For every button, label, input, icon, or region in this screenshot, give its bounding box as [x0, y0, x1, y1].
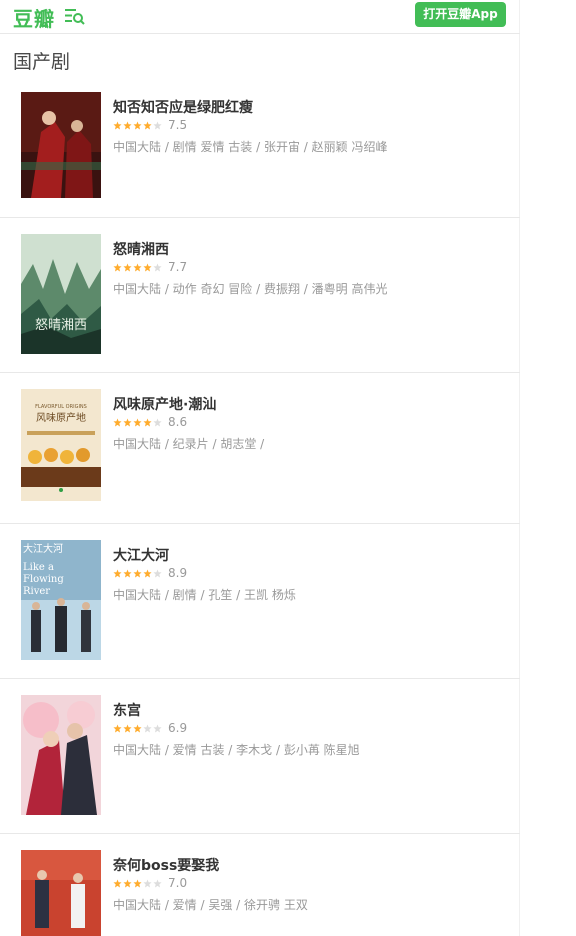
list-item[interactable]: 大江大河 Like a Flowing River 大江大河 8.9 中国大陆 … — [0, 534, 520, 678]
page-column: 豆瓣 打开豆瓣App 国产剧 知否知否应是绿肥红瘦 7.5 中国大陆 / 剧情 … — [0, 0, 520, 936]
item-rating: 7.7 — [113, 260, 187, 274]
item-meta: 中国大陆 / 爱情 / 吴强 / 徐开骋 王双 — [113, 898, 308, 912]
star-filled-icon — [123, 878, 132, 887]
divider — [0, 833, 520, 834]
poster-title: 大江大河 — [23, 542, 63, 555]
star-filled-icon — [133, 878, 142, 887]
svg-text:River: River — [23, 586, 50, 597]
item-rating: 8.9 — [113, 566, 187, 580]
open-app-button[interactable]: 打开豆瓣App — [415, 2, 506, 27]
star-empty-icon — [153, 723, 162, 732]
star-empty-icon — [153, 878, 162, 887]
star-empty-icon — [153, 120, 162, 129]
list-item[interactable]: FLAVORFUL ORIGINS 风味原产地 风味原产地·潮汕 8.6 中国大… — [0, 383, 520, 523]
svg-text:Flowing: Flowing — [23, 574, 64, 585]
item-title[interactable]: 大江大河 — [113, 545, 169, 565]
list-item[interactable]: 奈何boss要娶我 7.0 中国大陆 / 爱情 / 吴强 / 徐开骋 王双 — [0, 844, 520, 936]
rating-stars — [113, 878, 163, 888]
item-rating: 7.0 — [113, 876, 187, 890]
divider — [0, 523, 520, 524]
svg-text:怒晴湘西: 怒晴湘西 — [35, 318, 87, 333]
rating-stars — [113, 262, 163, 272]
top-bar: 豆瓣 打开豆瓣App — [0, 0, 520, 34]
rating-stars — [113, 723, 163, 733]
list-item[interactable]: 知否知否应是绿肥红瘦 7.5 中国大陆 / 剧情 爱情 古装 / 张开宙 / 赵… — [0, 86, 520, 217]
star-filled-icon — [143, 417, 152, 426]
star-filled-icon — [133, 723, 142, 732]
star-filled-icon — [123, 120, 132, 129]
star-empty-icon — [153, 417, 162, 426]
star-filled-icon — [143, 568, 152, 577]
star-filled-icon — [123, 262, 132, 271]
item-title[interactable]: 奈何boss要娶我 — [113, 855, 219, 875]
divider — [0, 678, 520, 679]
star-filled-icon — [123, 568, 132, 577]
douban-logo[interactable]: 豆瓣 — [13, 3, 55, 32]
divider — [0, 217, 520, 218]
star-filled-icon — [133, 417, 142, 426]
poster-image[interactable]: 大江大河 Like a Flowing River — [21, 540, 101, 660]
star-empty-icon — [153, 262, 162, 271]
list-item[interactable]: 东宫 6.9 中国大陆 / 爱情 古装 / 李木戈 / 彭小苒 陈星旭 — [0, 689, 520, 833]
item-title[interactable]: 风味原产地·潮汕 — [113, 394, 216, 414]
star-empty-icon — [143, 878, 152, 887]
divider — [0, 372, 520, 373]
item-title[interactable]: 知否知否应是绿肥红瘦 — [113, 97, 253, 117]
item-rating: 7.5 — [113, 118, 187, 132]
svg-text:Like a: Like a — [23, 562, 54, 573]
search-icon[interactable] — [64, 7, 86, 25]
rating-value: 8.9 — [168, 566, 188, 580]
star-filled-icon — [113, 878, 122, 887]
star-filled-icon — [113, 723, 122, 732]
star-filled-icon — [113, 262, 122, 271]
rating-value: 7.0 — [168, 876, 188, 890]
star-filled-icon — [143, 120, 152, 129]
item-meta: 中国大陆 / 剧情 爱情 古装 / 张开宙 / 赵丽颖 冯绍峰 — [113, 140, 388, 154]
rating-stars — [113, 417, 163, 427]
star-filled-icon — [123, 723, 132, 732]
poster-image[interactable] — [21, 850, 101, 936]
item-rating: 6.9 — [113, 721, 187, 735]
star-filled-icon — [123, 417, 132, 426]
poster-image[interactable]: 怒晴湘西 — [21, 234, 101, 354]
item-meta: 中国大陆 / 纪录片 / 胡志堂 / — [113, 437, 265, 451]
poster-image[interactable] — [21, 695, 101, 815]
rating-stars — [113, 568, 163, 578]
star-filled-icon — [133, 120, 142, 129]
star-filled-icon — [113, 568, 122, 577]
poster-image[interactable] — [21, 92, 101, 198]
section-title: 国产剧 — [13, 51, 71, 73]
star-filled-icon — [133, 568, 142, 577]
item-meta: 中国大陆 / 动作 奇幻 冒险 / 费振翔 / 潘粤明 高伟光 — [113, 282, 388, 296]
poster-title: 风味原产地 — [36, 411, 86, 424]
item-meta: 中国大陆 / 爱情 古装 / 李木戈 / 彭小苒 陈星旭 — [113, 743, 360, 757]
star-empty-icon — [143, 723, 152, 732]
star-filled-icon — [143, 262, 152, 271]
rating-value: 8.6 — [168, 415, 188, 429]
rating-value: 7.5 — [168, 118, 188, 132]
star-filled-icon — [113, 417, 122, 426]
poster-image[interactable]: FLAVORFUL ORIGINS 风味原产地 — [21, 389, 101, 501]
item-title[interactable]: 怒晴湘西 — [113, 239, 169, 259]
item-meta: 中国大陆 / 剧情 / 孔笙 / 王凯 杨烁 — [113, 588, 296, 602]
rating-stars — [113, 120, 163, 130]
star-empty-icon — [153, 568, 162, 577]
poster-tagline: FLAVORFUL ORIGINS — [35, 404, 87, 410]
star-filled-icon — [133, 262, 142, 271]
list-item[interactable]: 怒晴湘西 怒晴湘西 7.7 中国大陆 / 动作 奇幻 冒险 / 费振翔 / 潘粤… — [0, 228, 520, 372]
rating-value: 7.7 — [168, 260, 188, 274]
item-rating: 8.6 — [113, 415, 187, 429]
rating-value: 6.9 — [168, 721, 188, 735]
star-filled-icon — [113, 120, 122, 129]
item-title[interactable]: 东宫 — [113, 700, 141, 720]
